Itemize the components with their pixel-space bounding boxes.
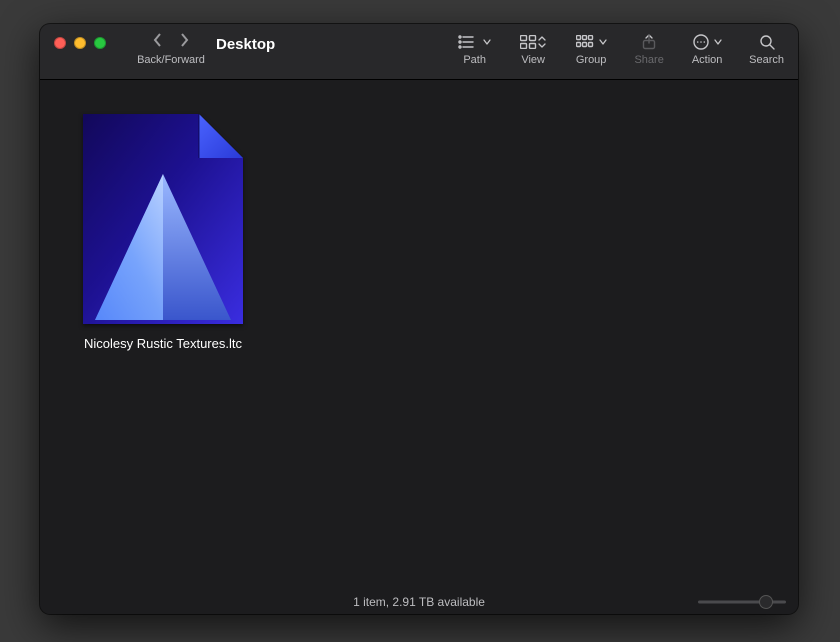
status-text: 1 item, 2.91 TB available bbox=[353, 595, 485, 609]
action-label: Action bbox=[692, 54, 723, 66]
icon-size-slider[interactable] bbox=[698, 595, 786, 609]
file-preview-icon bbox=[83, 114, 243, 324]
toolbar: Back/Forward Desktop Path bbox=[40, 24, 798, 80]
search-label: Search bbox=[749, 54, 784, 66]
group-label: Group bbox=[576, 54, 607, 66]
share-button: Share bbox=[633, 33, 665, 66]
view-label: View bbox=[521, 54, 545, 66]
path-button[interactable]: Path bbox=[458, 33, 491, 66]
window-controls bbox=[54, 37, 106, 49]
grid-icon bbox=[520, 33, 546, 51]
back-forward-group: Back/Forward bbox=[134, 33, 208, 66]
search-icon bbox=[759, 33, 775, 51]
list-icon bbox=[458, 33, 491, 51]
status-bar: 1 item, 2.91 TB available bbox=[40, 590, 798, 614]
ellipsis-circle-icon bbox=[693, 33, 722, 51]
share-icon bbox=[641, 33, 657, 51]
back-forward-label: Back/Forward bbox=[137, 54, 205, 66]
share-label: Share bbox=[634, 54, 663, 66]
file-item[interactable]: Nicolesy Rustic Textures.ltc bbox=[70, 114, 256, 351]
group-grid-icon bbox=[576, 33, 607, 51]
action-button[interactable]: Action bbox=[691, 33, 723, 66]
minimize-window-button[interactable] bbox=[74, 37, 86, 49]
toolbar-right-group: Path bbox=[458, 33, 784, 66]
window-title: Desktop bbox=[216, 36, 275, 53]
group-button[interactable]: Group bbox=[575, 33, 607, 66]
view-button[interactable]: View bbox=[517, 33, 549, 66]
forward-button[interactable] bbox=[179, 32, 189, 53]
close-window-button[interactable] bbox=[54, 37, 66, 49]
back-button[interactable] bbox=[153, 32, 163, 53]
file-name-label: Nicolesy Rustic Textures.ltc bbox=[84, 336, 242, 351]
path-label: Path bbox=[463, 54, 486, 66]
finder-window: Back/Forward Desktop Path bbox=[40, 24, 798, 614]
search-button[interactable]: Search bbox=[749, 33, 784, 66]
file-grid[interactable]: Nicolesy Rustic Textures.ltc bbox=[40, 80, 798, 590]
fullscreen-window-button[interactable] bbox=[94, 37, 106, 49]
